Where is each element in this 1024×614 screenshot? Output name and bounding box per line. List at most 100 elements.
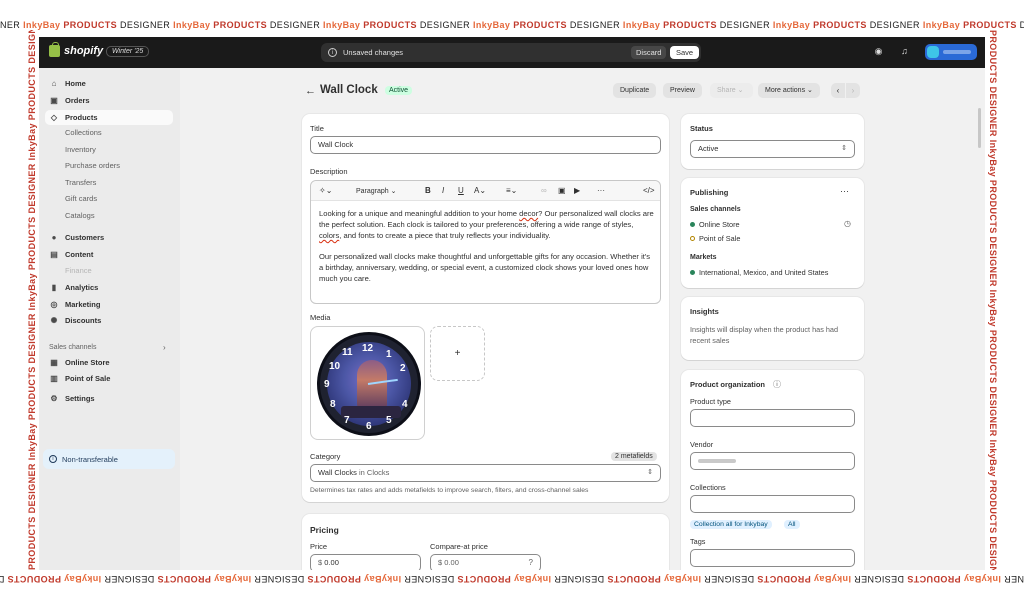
scrollbar[interactable]	[978, 108, 981, 148]
add-media-button[interactable]: +	[430, 326, 485, 381]
sidebar-item-label: Point of Sale	[65, 374, 111, 383]
sidebar-item-orders[interactable]: ▣ Orders	[45, 93, 173, 108]
description-paragraph-1[interactable]: Looking for a unique and meaningful addi…	[319, 208, 654, 241]
compare-price-input[interactable]: $ 0.00 ?	[430, 554, 541, 570]
sidebar-item-customers[interactable]: ● Customers	[45, 230, 173, 245]
duplicate-button[interactable]: Duplicate	[613, 83, 657, 98]
watermark-right: PRODUCTS DESIGNER InkyBay PRODUCTS DESIG…	[986, 30, 998, 570]
published-dot-icon	[690, 270, 695, 275]
preview-button[interactable]: Preview	[663, 83, 702, 98]
status-value: Active	[698, 144, 719, 153]
sidebar-subitem-purchase-orders[interactable]: Purchase orders	[65, 159, 120, 173]
target-icon: ◎	[50, 300, 58, 309]
sidebar-item-analytics[interactable]: ▮ Analytics	[45, 280, 173, 295]
metafields-badge[interactable]: 2 metafields	[611, 452, 657, 461]
edition-badge[interactable]: Winter '25	[106, 46, 150, 57]
main-content: ← Wall Clock Active Duplicate Preview Sh…	[180, 68, 985, 570]
help-circle-icon[interactable]: ?	[529, 555, 533, 570]
product-type-label: Product type	[690, 397, 731, 406]
sidebar-item-discounts[interactable]: ✺ Discounts	[45, 313, 173, 328]
vendor-input[interactable]	[690, 452, 855, 470]
sales-channels-heading[interactable]: Sales channels	[49, 344, 96, 351]
sidebar-subitem-inventory[interactable]: Inventory	[65, 143, 96, 157]
sidebar-item-point-of-sale[interactable]: ▥ Point of Sale	[45, 371, 173, 386]
discard-button[interactable]: Discard	[631, 46, 667, 59]
product-type-input[interactable]	[690, 409, 855, 427]
watermark-word: PRODUCTS	[63, 20, 120, 30]
sidebar-subitem-collections[interactable]: Collections	[65, 126, 102, 140]
sidebar-item-marketing[interactable]: ◎ Marketing	[45, 297, 173, 312]
text-color-icon[interactable]: A⌄	[474, 186, 486, 195]
watermark-word: InkyBay	[60, 574, 102, 584]
watermark-word: InkyBay	[922, 20, 964, 30]
next-product-button[interactable]: ›	[846, 83, 860, 98]
title-input[interactable]: Wall Clock	[310, 136, 661, 154]
category-select[interactable]: Wall Clocks in Clocks ⇕	[310, 464, 661, 482]
non-transferable-notice[interactable]: i Non-transferable	[43, 449, 175, 469]
clock-number: 1	[386, 349, 392, 360]
sidebar-subitem-transfers[interactable]: Transfers	[65, 176, 96, 190]
sidebar-item-products[interactable]: ◇ Products	[45, 110, 173, 125]
watermark-word: DESIGNER	[700, 574, 755, 584]
channel-online-store: Online Store	[699, 220, 740, 229]
calendar-schedule-icon[interactable]: ◷	[844, 219, 851, 228]
shopify-admin-window: shopify Winter '25 i Unsaved changes Dis…	[39, 37, 985, 570]
share-button[interactable]: Share ⌄	[710, 83, 753, 98]
code-view-icon[interactable]: </>	[643, 186, 655, 195]
watermark-word: InkyBay	[660, 574, 701, 584]
bold-icon[interactable]: B	[425, 186, 431, 195]
video-icon[interactable]: ▶	[574, 186, 580, 195]
collections-label: Collections	[690, 483, 726, 492]
description-editor: ✧⌄ Paragraph ⌄ B I U A⌄ ≡⌄ ∞ ▣ ▶ ··· </>…	[310, 180, 661, 304]
collection-tag[interactable]: Collection all for Inkybay	[690, 520, 772, 529]
align-icon[interactable]: ≡⌄	[506, 186, 517, 195]
description-paragraph-2[interactable]: Our personalized wall clocks make though…	[319, 251, 654, 284]
more-options-icon[interactable]: ···	[840, 186, 849, 196]
sidebar-item-home[interactable]: ⌂ Home	[45, 76, 173, 91]
media-thumbnail[interactable]: 12 1 11 10 2 9 8 4 7 5 6	[310, 326, 425, 440]
paragraph-select[interactable]: Paragraph ⌄	[356, 187, 397, 195]
magic-icon[interactable]: ✧⌄	[319, 186, 332, 195]
save-button[interactable]: Save	[670, 46, 700, 59]
bell-icon[interactable]: ♫	[899, 46, 910, 57]
tags-input[interactable]	[690, 549, 855, 567]
watermark-word: DESIGNER	[869, 20, 923, 30]
italic-icon[interactable]: I	[442, 186, 444, 195]
collection-tag-all[interactable]: All	[784, 520, 800, 529]
orders-icon: ▣	[50, 96, 58, 105]
chevron-right-icon[interactable]: ›	[163, 343, 166, 352]
watermark-word: DESIGNER	[101, 574, 155, 584]
watermark-word: PRODUCTS	[963, 20, 1020, 30]
description-label: Description	[310, 167, 348, 176]
tags-label: Tags	[690, 537, 706, 546]
sidebar-item-online-store[interactable]: ▦ Online Store	[45, 355, 173, 370]
sidebar-subitem-gift-cards[interactable]: Gift cards	[65, 192, 97, 206]
more-icon[interactable]: ···	[597, 186, 605, 195]
sidebar-item-content[interactable]: ▤ Content	[45, 247, 173, 262]
sidebar-subitem-catalogs[interactable]: Catalogs	[65, 209, 95, 223]
watermark-word: InkyBay	[472, 20, 514, 30]
collections-input[interactable]	[690, 495, 855, 513]
underline-icon[interactable]: U	[458, 186, 464, 195]
info-icon[interactable]: ⓘ	[773, 379, 781, 390]
status-select[interactable]: Active ⇕	[690, 140, 855, 158]
sidebar-item-settings[interactable]: ⚙ Settings	[45, 391, 173, 406]
link-icon[interactable]: ∞	[541, 186, 547, 195]
image-icon[interactable]: ▣	[558, 186, 566, 195]
clock-number: 6	[366, 421, 372, 432]
store-account-button[interactable]	[925, 44, 977, 60]
more-actions-button[interactable]: More actions ⌄	[758, 83, 820, 98]
watermark-word: InkyBay	[772, 20, 814, 30]
previous-product-button[interactable]: ‹	[831, 83, 845, 98]
sidebar-item-finance[interactable]: Finance	[65, 264, 92, 278]
back-arrow-icon[interactable]: ←	[305, 85, 316, 97]
shopify-logo[interactable]: shopify	[49, 42, 103, 57]
category-help-text: Determines tax rates and adds metafields…	[310, 487, 589, 494]
watermark-word: PRODUCTS	[754, 574, 811, 584]
watermark-word: DESIGNER	[119, 20, 174, 30]
price-input[interactable]: $ 0.00	[310, 554, 421, 570]
sidekick-icon[interactable]: ◉	[873, 46, 884, 57]
sidebar-item-label: Analytics	[65, 283, 99, 292]
desc-text: Looking for a unique and meaningful addi…	[319, 209, 520, 218]
sidebar: ⌂ Home ▣ Orders ◇ Products Collections I…	[39, 68, 180, 570]
